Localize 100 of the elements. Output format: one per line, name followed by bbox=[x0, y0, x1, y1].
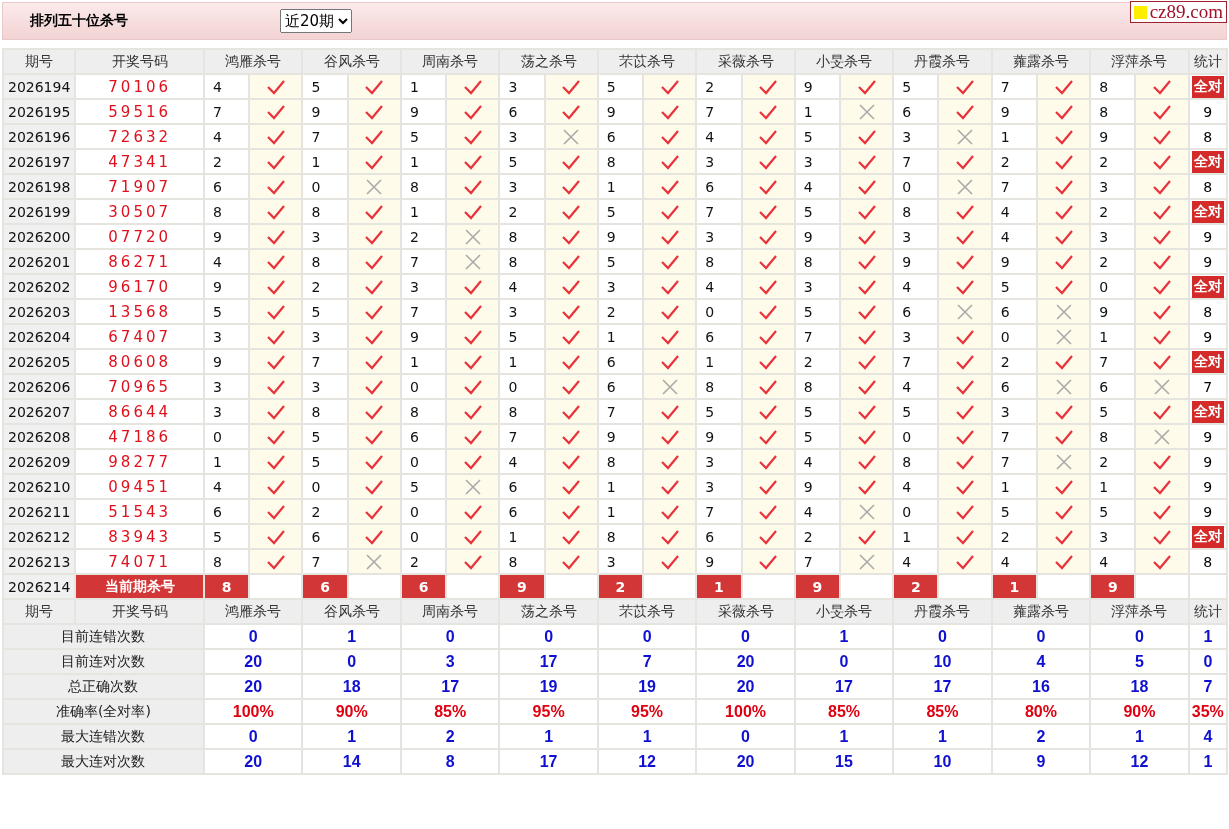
pick-number: 3 bbox=[499, 174, 545, 199]
pick-number: 8 bbox=[499, 249, 545, 274]
summary-value: 1 bbox=[302, 624, 401, 649]
pick-number: 1 bbox=[991, 124, 1037, 149]
summary-label: 目前连错次数 bbox=[3, 624, 204, 649]
summary-value: 1 bbox=[1188, 749, 1227, 774]
summary-value: 35% bbox=[1188, 699, 1227, 724]
summary-value: 0 bbox=[302, 649, 401, 674]
pick-number: 0 bbox=[991, 324, 1037, 349]
pick-number: 8 bbox=[499, 399, 545, 424]
pick-number: 6 bbox=[991, 299, 1037, 324]
pick-number: 7 bbox=[696, 199, 742, 224]
pick-number: 8 bbox=[499, 224, 545, 249]
draw-number: 09451 bbox=[75, 474, 204, 499]
pick-number: 5 bbox=[991, 499, 1037, 524]
summary-value: 100% bbox=[696, 699, 795, 724]
pick-number: 7 bbox=[991, 449, 1037, 474]
pick-number: 7 bbox=[499, 424, 545, 449]
pick-number: 5 bbox=[302, 74, 348, 99]
draw-number: 86644 bbox=[75, 399, 204, 424]
column-header: 鸿雁杀号 bbox=[203, 49, 303, 74]
hit-count: 9 bbox=[1203, 103, 1213, 120]
period-cell: 2026214 bbox=[3, 574, 76, 599]
pick-number: 0 bbox=[499, 374, 545, 399]
summary-value: 100% bbox=[203, 699, 303, 724]
pick-number: 4 bbox=[696, 274, 742, 299]
pick-number: 1 bbox=[499, 524, 545, 549]
site-logo[interactable]: cz89.com bbox=[1129, 1, 1227, 23]
hit-count: 9 bbox=[1203, 503, 1213, 520]
draw-number: 47341 bbox=[75, 149, 204, 174]
hit-count: 8 bbox=[1203, 178, 1213, 195]
period-cell: 2026201 bbox=[3, 249, 76, 274]
summary-value: 20 bbox=[696, 649, 795, 674]
period-cell: 2026199 bbox=[3, 199, 76, 224]
all-correct-badge: 全对 bbox=[1191, 200, 1224, 223]
summary-value: 20 bbox=[203, 649, 303, 674]
pick-number: 2 bbox=[499, 199, 545, 224]
column-header: 荡之杀号 bbox=[499, 49, 598, 74]
summary-value: 14 bbox=[302, 749, 401, 774]
pick-number: 9 bbox=[302, 99, 348, 124]
pick-number: 4 bbox=[499, 449, 545, 474]
summary-value: 7 bbox=[1188, 674, 1227, 699]
pick-number: 3 bbox=[696, 224, 742, 249]
summary-value: 8 bbox=[400, 749, 500, 774]
pick-number: 6 bbox=[696, 524, 742, 549]
summary-value: 1 bbox=[597, 724, 697, 749]
summary-value: 0 bbox=[991, 624, 1091, 649]
pick-number: 9 bbox=[696, 424, 742, 449]
pick-number: 8 bbox=[302, 249, 348, 274]
pick-number: 3 bbox=[696, 474, 742, 499]
summary-value: 1 bbox=[893, 724, 992, 749]
summary-value: 0 bbox=[499, 624, 598, 649]
column-header: 浮萍杀号 bbox=[1090, 599, 1189, 624]
summary-value: 19 bbox=[597, 674, 697, 699]
pick-number: 3 bbox=[991, 399, 1037, 424]
summary-value: 5 bbox=[1090, 649, 1189, 674]
draw-number: 59516 bbox=[75, 99, 204, 124]
period-cell: 2026208 bbox=[3, 424, 76, 449]
summary-value: 20 bbox=[203, 674, 303, 699]
summary-value: 19 bbox=[499, 674, 598, 699]
summary-value: 18 bbox=[302, 674, 401, 699]
summary-value: 85% bbox=[893, 699, 992, 724]
pick-number: 7 bbox=[991, 174, 1037, 199]
summary-value: 17 bbox=[400, 674, 500, 699]
summary-value: 1 bbox=[1188, 624, 1227, 649]
column-header: 小旻杀号 bbox=[794, 49, 894, 74]
period-select[interactable]: 近20期 bbox=[280, 9, 352, 33]
period-cell: 2026203 bbox=[3, 299, 76, 324]
summary-value: 4 bbox=[991, 649, 1091, 674]
period-cell: 2026207 bbox=[3, 399, 76, 424]
period-cell: 2026210 bbox=[3, 474, 76, 499]
summary-value: 2 bbox=[991, 724, 1091, 749]
all-correct-badge: 全对 bbox=[1191, 525, 1224, 548]
summary-value: 90% bbox=[1090, 699, 1189, 724]
pick-number: 7 bbox=[302, 349, 348, 374]
hit-count: 9 bbox=[1203, 428, 1213, 445]
draw-number: 13568 bbox=[75, 299, 204, 324]
pick-number: 2 bbox=[302, 499, 348, 524]
pick-number: 3 bbox=[696, 449, 742, 474]
summary-value: 15 bbox=[794, 749, 894, 774]
period-cell: 2026212 bbox=[3, 524, 76, 549]
pick-number: 3 bbox=[302, 374, 348, 399]
period-cell: 2026213 bbox=[3, 549, 76, 574]
all-correct-badge: 全对 bbox=[1191, 400, 1224, 423]
summary-value: 1 bbox=[1090, 724, 1189, 749]
all-correct-badge: 全对 bbox=[1191, 150, 1224, 173]
pick-number: 6 bbox=[499, 499, 545, 524]
summary-value: 85% bbox=[794, 699, 894, 724]
period-cell: 2026211 bbox=[3, 499, 76, 524]
summary-value: 0 bbox=[597, 624, 697, 649]
pick-number: 5 bbox=[499, 324, 545, 349]
column-header: 蕹露杀号 bbox=[991, 49, 1091, 74]
pick-number: 3 bbox=[696, 149, 742, 174]
hit-count: 9 bbox=[1203, 228, 1213, 245]
pick-number: 3 bbox=[499, 124, 545, 149]
pick-number: 4 bbox=[499, 274, 545, 299]
column-header: 芣苡杀号 bbox=[597, 599, 697, 624]
summary-value: 0 bbox=[696, 724, 795, 749]
hit-count: 8 bbox=[1203, 128, 1213, 145]
column-header: 丹霞杀号 bbox=[893, 599, 992, 624]
